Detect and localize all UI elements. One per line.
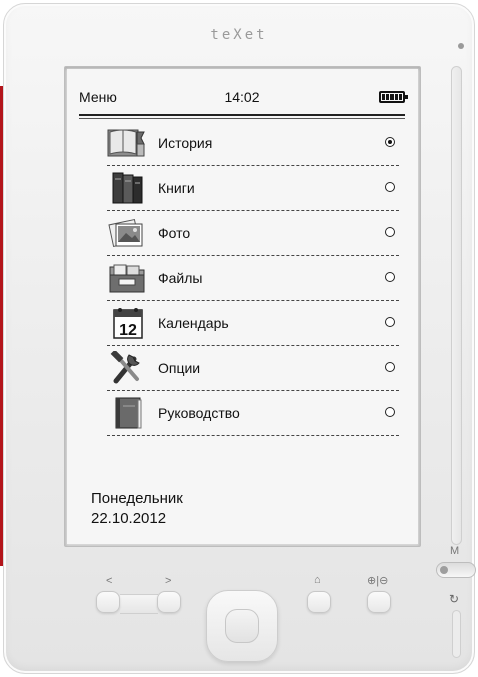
clock-time: 14:02 [224,89,260,105]
menu-item-label: Книги [158,180,195,196]
radio-unselected-icon[interactable] [385,407,395,417]
home-button[interactable] [307,591,331,613]
eink-screen: Меню 14:02 История Книги Фото Файлы 12 К… [67,69,418,544]
menu-item-label: Руководство [158,405,240,421]
radio-unselected-icon[interactable] [385,182,395,192]
radio-selected-icon[interactable] [385,137,395,147]
menu-item-manual[interactable]: Руководство [107,391,399,436]
side-scroll-slider[interactable] [451,66,462,545]
header-rule [79,114,405,116]
menu-item-label: Опции [158,360,201,376]
navigation-pad[interactable] [206,590,278,662]
side-m-label: M [450,545,460,557]
side-switch[interactable] [436,562,476,578]
menu-item-label: История [158,135,213,151]
radio-unselected-icon[interactable] [385,272,395,282]
radio-unselected-icon[interactable] [385,227,395,237]
menu-item-photo[interactable]: Фото [107,211,399,256]
menu-item-books[interactable]: Книги [107,166,399,211]
zoom-button[interactable] [367,591,391,613]
main-menu: История Книги Фото Файлы 12 Календарь Оп… [107,121,399,436]
zoom-icon: ⊕|⊖ [367,575,389,587]
photo-icon [108,218,143,248]
menu-item-label: Календарь [158,315,229,331]
ok-button[interactable] [225,609,259,643]
battery-full-icon [379,91,408,103]
menu-item-calendar[interactable]: 12 Календарь [107,301,399,346]
date-text: 22.10.2012 [91,510,167,527]
menu-item-label: Файлы [158,270,203,286]
menu-item-label: Фото [158,225,191,241]
weekday-text: Понедельник [91,490,183,507]
books-icon [112,172,143,204]
calendar-icon: 12 [113,308,143,339]
power-icon: ↻ [449,592,460,606]
radio-unselected-icon[interactable] [385,317,395,327]
prev-page-button[interactable] [96,591,120,613]
menu-item-history[interactable]: История [107,121,399,166]
tools-icon [110,351,140,384]
home-icon: ⌂ [314,574,321,586]
power-slot[interactable] [452,610,461,658]
folder-icon [109,264,145,293]
menu-item-options[interactable]: Опции [107,346,399,391]
date-display: Понедельник 22.10.2012 [91,489,183,529]
page-turn-bar [120,594,158,614]
header-rule-thin [79,118,405,119]
brand-logo: teXet [210,27,268,43]
indicator-led [458,43,464,49]
menu-item-files[interactable]: Файлы [107,256,399,301]
calendar-day-number: 12 [119,322,137,339]
radio-unselected-icon[interactable] [385,362,395,372]
status-bar: Меню 14:02 [79,89,408,107]
manual-icon [115,397,142,429]
prev-label: < [106,575,113,587]
next-page-button[interactable] [157,591,181,613]
next-label: > [165,575,172,587]
history-book-icon [107,129,145,157]
